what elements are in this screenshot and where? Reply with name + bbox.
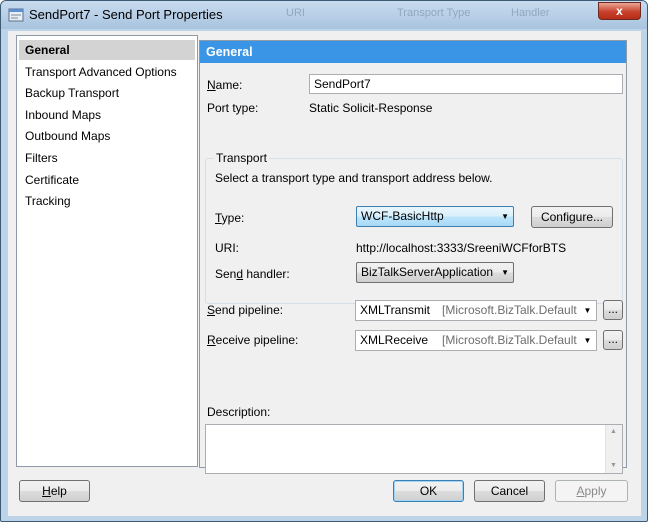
send-handler-value: BizTalkServerApplication [361,265,494,279]
receive-pipeline-dropdown[interactable]: XMLReceive [Microsoft.BizTalk.DefaultPip… [355,330,597,351]
chevron-down-icon: ▼ [583,336,592,345]
send-pipeline-assembly: [Microsoft.BizTalk.DefaultPip [442,303,577,317]
send-pipeline-dropdown[interactable]: XMLTransmit [Microsoft.BizTalk.DefaultPi… [355,300,597,321]
sidebar-item-transport-advanced-options[interactable]: Transport Advanced Options [19,62,195,82]
panel-header: General [200,41,626,63]
description-scrollbar[interactable]: ▲ ▼ [605,425,622,473]
description-label: Description: [207,405,271,419]
sidebar-item-filters[interactable]: Filters [19,148,195,168]
close-button[interactable]: x [598,2,641,20]
chevron-down-icon: ▼ [501,268,509,277]
type-label: Type: [215,211,245,225]
receive-pipeline-name: XMLReceive [360,333,429,347]
chevron-down-icon: ▼ [583,306,592,315]
name-field[interactable]: SendPort7 [309,74,623,94]
description-textarea[interactable]: ▲ ▼ [205,424,623,474]
sidebar-item-general[interactable]: General [19,40,195,60]
send-pipeline-browse-button[interactable]: ... [603,300,623,320]
transport-instruction: Select a transport type and transport ad… [215,171,493,185]
sidebar-item-certificate[interactable]: Certificate [19,170,195,190]
configure-button[interactable]: Configure... [531,206,613,228]
receive-pipeline-browse-button[interactable]: ... [603,330,623,350]
window-title: SendPort7 - Send Port Properties [29,7,223,22]
close-icon: x [616,4,623,18]
transport-type-value: WCF-BasicHttp [361,209,444,223]
receive-pipeline-assembly: [Microsoft.BizTalk.DefaultPip [442,333,577,347]
sidebar-item-backup-transport[interactable]: Backup Transport [19,83,195,103]
help-button[interactable]: Help [19,480,90,502]
chevron-down-icon: ▼ [501,212,509,221]
port-type-label: Port type: [207,101,259,115]
app-icon [8,8,24,22]
dialog-client-area: General Transport Advanced Options Backu… [8,31,641,516]
transport-group-title: Transport [214,151,269,165]
background-column-transport-type: Transport Type [397,7,471,19]
send-handler-label: Send handler: [215,267,290,281]
background-column-uri: URI [286,7,305,19]
sidebar-item-tracking[interactable]: Tracking [19,191,195,211]
send-port-properties-window: SendPort7 - Send Port Properties URI Tra… [0,0,648,522]
receive-pipeline-label: Receive pipeline: [207,333,299,347]
sidebar-item-outbound-maps[interactable]: Outbound Maps [19,126,195,146]
scroll-up-icon[interactable]: ▲ [610,428,617,435]
apply-button[interactable]: Apply [555,480,628,502]
send-handler-dropdown[interactable]: BizTalkServerApplication ▼ [356,262,514,283]
sidebar: General Transport Advanced Options Backu… [16,35,198,467]
name-label: Name: [207,78,243,92]
title-bar[interactable]: SendPort7 - Send Port Properties URI Tra… [1,1,647,29]
scroll-down-icon[interactable]: ▼ [610,462,617,469]
port-type-value: Static Solicit-Response [309,101,433,115]
uri-label: URI: [215,241,239,255]
cancel-button[interactable]: Cancel [474,480,545,502]
uri-value: http://localhost:3333/SreeniWCFforBTS [356,241,567,255]
send-pipeline-label: Send pipeline: [207,303,284,317]
sidebar-item-inbound-maps[interactable]: Inbound Maps [19,105,195,125]
send-pipeline-name: XMLTransmit [360,303,431,317]
transport-group: Transport Select a transport type and tr… [205,151,623,304]
ok-button[interactable]: OK [393,480,464,502]
general-panel: General Name: SendPort7 Port type: Stati… [199,40,627,474]
background-column-handler: Handler [511,7,550,19]
transport-type-dropdown[interactable]: WCF-BasicHttp ▼ [356,206,514,227]
